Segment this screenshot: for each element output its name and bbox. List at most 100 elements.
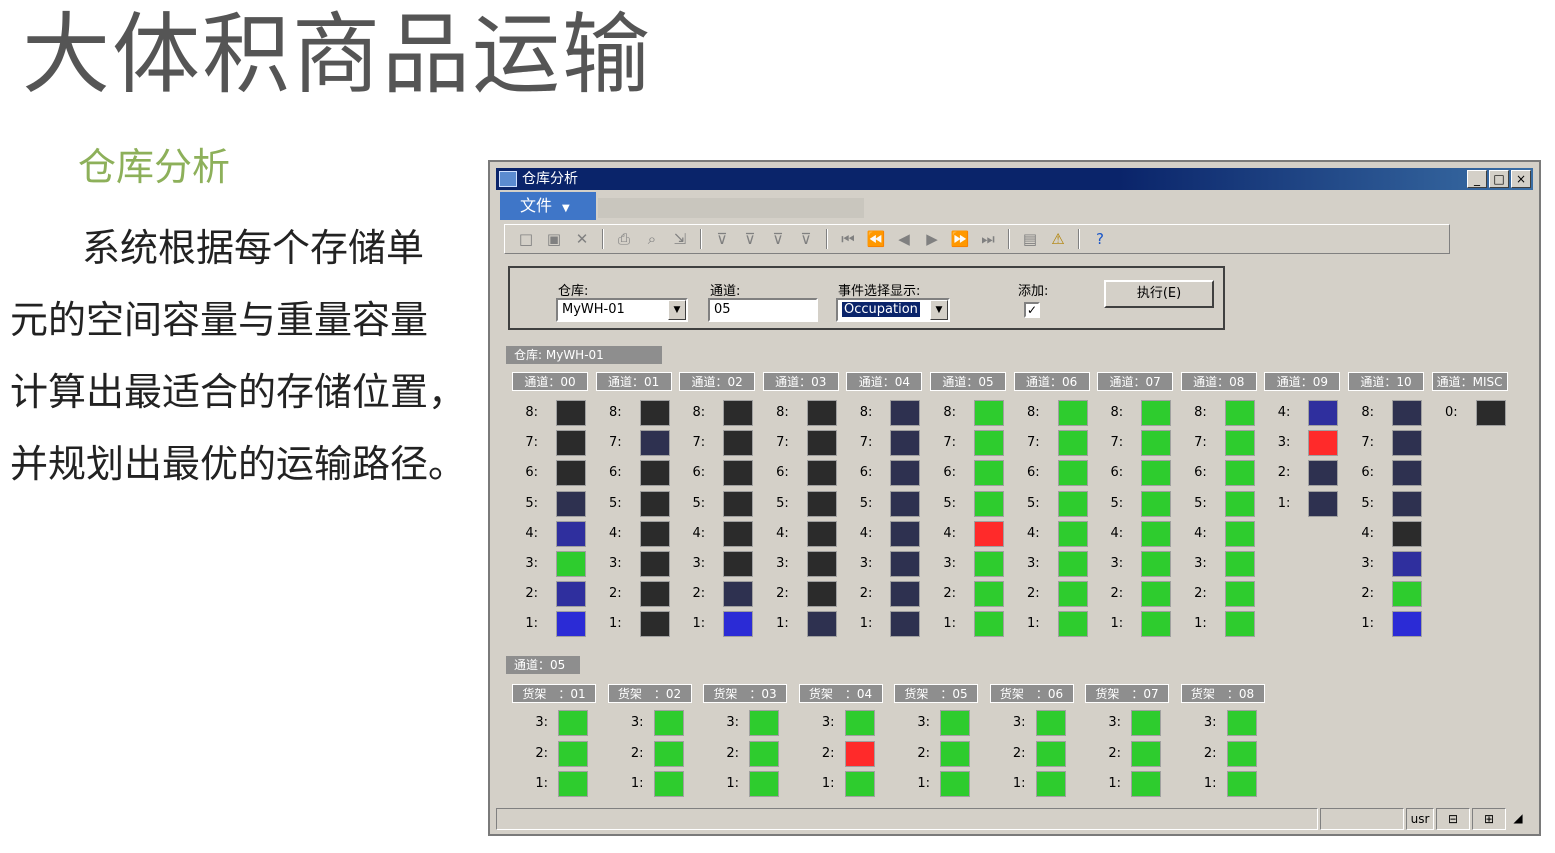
aisle-cell[interactable] xyxy=(1308,430,1339,457)
aisle-cell[interactable] xyxy=(1141,611,1172,638)
aisle-cell[interactable] xyxy=(974,551,1004,577)
aisle-cell[interactable] xyxy=(974,400,1004,426)
minimize-button[interactable]: _ xyxy=(1467,170,1487,188)
rack-cell[interactable] xyxy=(844,710,875,736)
aisle-cell[interactable] xyxy=(1224,551,1255,577)
aisle-cell[interactable] xyxy=(974,611,1004,638)
rack-cell[interactable] xyxy=(1226,710,1257,736)
rack-cell[interactable] xyxy=(1226,771,1257,797)
aisle-cell[interactable] xyxy=(890,551,921,577)
aisle-cell[interactable] xyxy=(806,611,837,638)
aisle-cell[interactable] xyxy=(1224,520,1255,547)
filter-icon[interactable]: ⊽ xyxy=(711,229,733,249)
rack-cell[interactable] xyxy=(1035,710,1066,736)
rack-cell[interactable] xyxy=(1131,710,1161,736)
aisle-cell[interactable] xyxy=(723,430,754,457)
aisle-cell[interactable] xyxy=(890,581,921,608)
aisle-cell[interactable] xyxy=(806,551,837,577)
aisle-cell[interactable] xyxy=(556,520,586,547)
aisle-cell[interactable] xyxy=(890,430,921,457)
aisle-cell[interactable] xyxy=(639,460,670,487)
window-titlebar[interactable]: 仓库分析 _ □ × xyxy=(496,168,1533,190)
filter-edit-icon[interactable]: ⊽ xyxy=(767,229,789,249)
aisle-cell[interactable] xyxy=(556,611,586,638)
warehouse-select[interactable]: MyWH-01 ▼ xyxy=(556,298,688,322)
first-icon[interactable]: ⏮ xyxy=(837,229,859,249)
aisle-cell[interactable] xyxy=(1392,400,1422,426)
aisle-cell[interactable] xyxy=(1224,490,1255,517)
maximize-button[interactable]: □ xyxy=(1489,170,1509,188)
aisle-cell[interactable] xyxy=(890,460,921,487)
aisle-cell[interactable] xyxy=(1141,430,1172,457)
next-icon[interactable]: ▶ xyxy=(921,229,943,249)
rack-cell[interactable] xyxy=(940,771,970,797)
rack-cell[interactable] xyxy=(844,740,875,767)
aisle-cell[interactable] xyxy=(806,581,837,608)
event-select[interactable]: Occupation ▼ xyxy=(836,298,950,322)
aisle-cell[interactable] xyxy=(1057,520,1088,547)
print-icon[interactable]: ⎙ xyxy=(613,229,635,249)
aisle-cell[interactable] xyxy=(723,581,754,608)
filter-remove-icon[interactable]: ⊽ xyxy=(795,229,817,249)
aisle-cell[interactable] xyxy=(639,520,670,547)
aisle-cell[interactable] xyxy=(1224,460,1255,487)
add-checkbox[interactable]: ✓ xyxy=(1024,302,1040,318)
aisle-cell[interactable] xyxy=(1057,460,1088,487)
rack-cell[interactable] xyxy=(749,710,779,736)
aisle-cell[interactable] xyxy=(974,430,1004,457)
delete-icon[interactable]: ✕ xyxy=(571,229,593,249)
rack-cell[interactable] xyxy=(1226,740,1257,767)
rack-cell[interactable] xyxy=(1131,771,1161,797)
rack-cell[interactable] xyxy=(844,771,875,797)
rack-cell[interactable] xyxy=(653,740,684,767)
rack-cell[interactable] xyxy=(558,740,588,767)
aisle-cell[interactable] xyxy=(1392,611,1422,638)
aisle-cell[interactable] xyxy=(1392,460,1422,487)
aisle-cell[interactable] xyxy=(1224,400,1255,426)
rack-cell[interactable] xyxy=(1131,740,1161,767)
aisle-cell[interactable] xyxy=(639,581,670,608)
rack-cell[interactable] xyxy=(558,771,588,797)
aisle-cell[interactable] xyxy=(1308,460,1339,487)
aisle-cell[interactable] xyxy=(974,490,1004,517)
aisle-cell[interactable] xyxy=(723,520,754,547)
rack-cell[interactable] xyxy=(940,710,970,736)
aisle-cell[interactable] xyxy=(723,490,754,517)
aisle-cell[interactable] xyxy=(1392,490,1422,517)
aisle-cell[interactable] xyxy=(974,581,1004,608)
aisle-cell[interactable] xyxy=(806,400,837,426)
clipboard-icon[interactable]: ▤ xyxy=(1019,229,1041,249)
aisle-cell[interactable] xyxy=(723,551,754,577)
aisle-cell[interactable] xyxy=(890,611,921,638)
aisle-input[interactable]: 05 xyxy=(708,298,818,322)
aisle-cell[interactable] xyxy=(1308,400,1339,426)
aisle-cell[interactable] xyxy=(639,611,670,638)
aisle-cell[interactable] xyxy=(890,520,921,547)
prev-icon[interactable]: ◀ xyxy=(893,229,915,249)
aisle-cell[interactable] xyxy=(556,581,586,608)
export-icon[interactable]: ⇲ xyxy=(669,229,691,249)
aisle-cell[interactable] xyxy=(1141,551,1172,577)
aisle-cell[interactable] xyxy=(1224,581,1255,608)
aisle-cell[interactable] xyxy=(556,400,586,426)
aisle-cell[interactable] xyxy=(1392,581,1422,608)
rack-cell[interactable] xyxy=(1035,740,1066,767)
aisle-cell[interactable] xyxy=(1475,400,1506,426)
save-icon[interactable]: ▣ xyxy=(543,229,565,249)
new-icon[interactable]: □ xyxy=(515,229,537,249)
rack-cell[interactable] xyxy=(940,740,970,767)
aisle-cell[interactable] xyxy=(1057,611,1088,638)
aisle-cell[interactable] xyxy=(1141,490,1172,517)
rack-cell[interactable] xyxy=(653,771,684,797)
alert-icon[interactable]: ⚠ xyxy=(1047,229,1069,249)
aisle-cell[interactable] xyxy=(1141,460,1172,487)
aisle-cell[interactable] xyxy=(1392,551,1422,577)
aisle-cell[interactable] xyxy=(1141,520,1172,547)
prev-page-icon[interactable]: ⏪ xyxy=(865,229,887,249)
aisle-cell[interactable] xyxy=(806,430,837,457)
rack-cell[interactable] xyxy=(558,710,588,736)
aisle-cell[interactable] xyxy=(556,430,586,457)
aisle-cell[interactable] xyxy=(1057,581,1088,608)
aisle-cell[interactable] xyxy=(890,490,921,517)
aisle-cell[interactable] xyxy=(1057,551,1088,577)
